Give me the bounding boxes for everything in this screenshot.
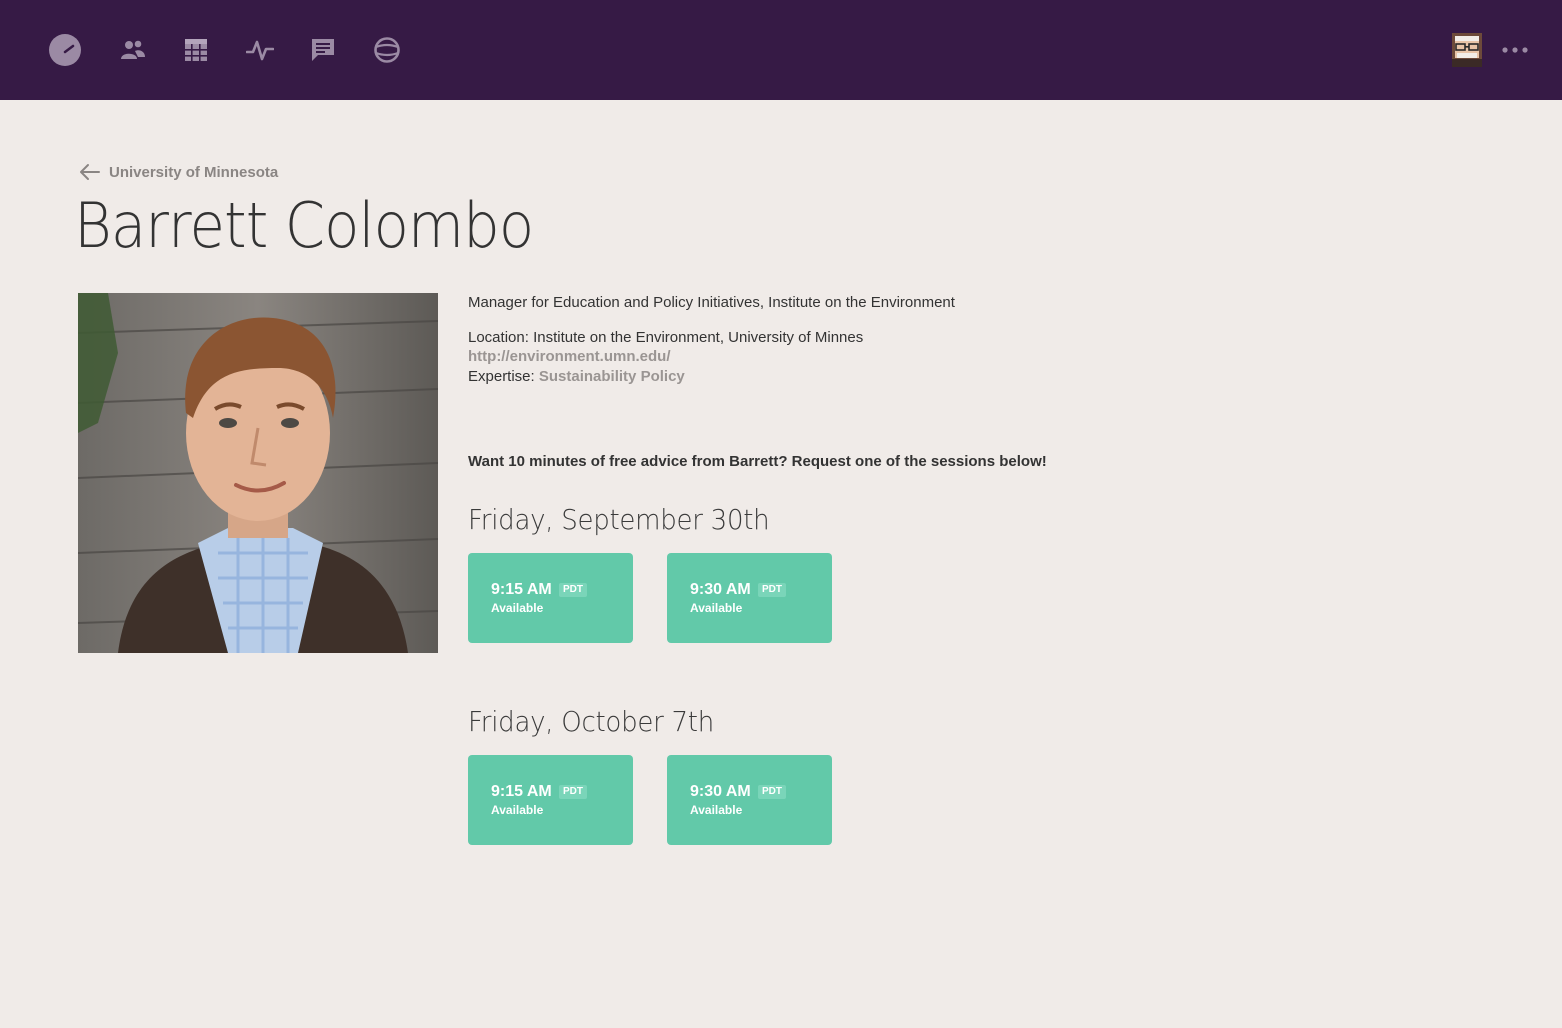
nav-calendar-button[interactable] — [176, 30, 216, 70]
nav-messages-button[interactable] — [303, 30, 343, 70]
nav-people-button[interactable] — [113, 30, 153, 70]
website-link[interactable]: http://environment.umn.edu/ — [468, 347, 671, 367]
chat-icon — [312, 39, 334, 61]
profile-photo — [78, 293, 438, 653]
slot-timezone-badge: PDT — [559, 583, 587, 597]
nav-activity-button[interactable] — [240, 30, 280, 70]
location-label: Location: — [468, 329, 529, 346]
dashboard-gauge-icon — [49, 34, 81, 66]
expertise: Expertise: Sustainability Policy — [468, 367, 685, 387]
user-avatar-button[interactable] — [1450, 33, 1484, 67]
slot-time: 9:30 AM — [690, 581, 751, 598]
session-slot-button[interactable]: 9:30 AM PDT Available — [667, 755, 832, 845]
slot-status: Available — [690, 803, 743, 817]
top-navigation-bar — [0, 0, 1562, 100]
day-heading: Friday, October 7th — [468, 705, 714, 738]
back-link-label: University of Minnesota — [109, 163, 279, 181]
session-slot-button[interactable]: 9:15 AM PDT Available — [468, 755, 633, 845]
slot-timezone-badge: PDT — [758, 583, 786, 597]
slot-time: 9:30 AM — [690, 783, 751, 800]
user-avatar — [1452, 33, 1482, 67]
session-slot-button[interactable]: 9:30 AM PDT Available — [667, 553, 832, 643]
location-value: Institute on the Environment, University… — [533, 329, 864, 346]
slot-timezone-badge: PDT — [559, 785, 587, 799]
expertise-label: Expertise: — [468, 368, 535, 385]
slot-timezone-badge: PDT — [758, 785, 786, 799]
nav-dashboard-button[interactable] — [45, 30, 85, 70]
calendar-grid-icon — [185, 39, 207, 61]
more-dots-icon — [1502, 47, 1528, 53]
nav-explore-button[interactable] — [367, 30, 407, 70]
people-icon — [121, 40, 145, 59]
arrow-left-icon — [80, 164, 100, 180]
slot-status: Available — [690, 601, 743, 615]
more-options-button[interactable] — [1498, 36, 1532, 64]
job-title: Manager for Education and Policy Initiat… — [468, 294, 955, 311]
activity-pulse-icon — [246, 40, 274, 61]
page-title: Barrett Colombo — [74, 189, 534, 262]
slot-time: 9:15 AM — [491, 783, 552, 800]
slot-status: Available — [491, 803, 544, 817]
day-heading: Friday, September 30th — [468, 503, 770, 536]
session-cta-text: Want 10 minutes of free advice from Barr… — [468, 453, 1047, 470]
slot-time: 9:15 AM — [491, 581, 552, 598]
session-slot-button[interactable]: 9:15 AM PDT Available — [468, 553, 633, 643]
profile-photo-image — [78, 293, 438, 653]
slot-status: Available — [491, 601, 544, 615]
expertise-tag-link[interactable]: Sustainability Policy — [539, 368, 685, 385]
location: Location: Institute on the Environment, … — [468, 328, 863, 348]
back-to-organization-link[interactable]: University of Minnesota — [78, 160, 278, 184]
globe-icon — [374, 37, 400, 63]
